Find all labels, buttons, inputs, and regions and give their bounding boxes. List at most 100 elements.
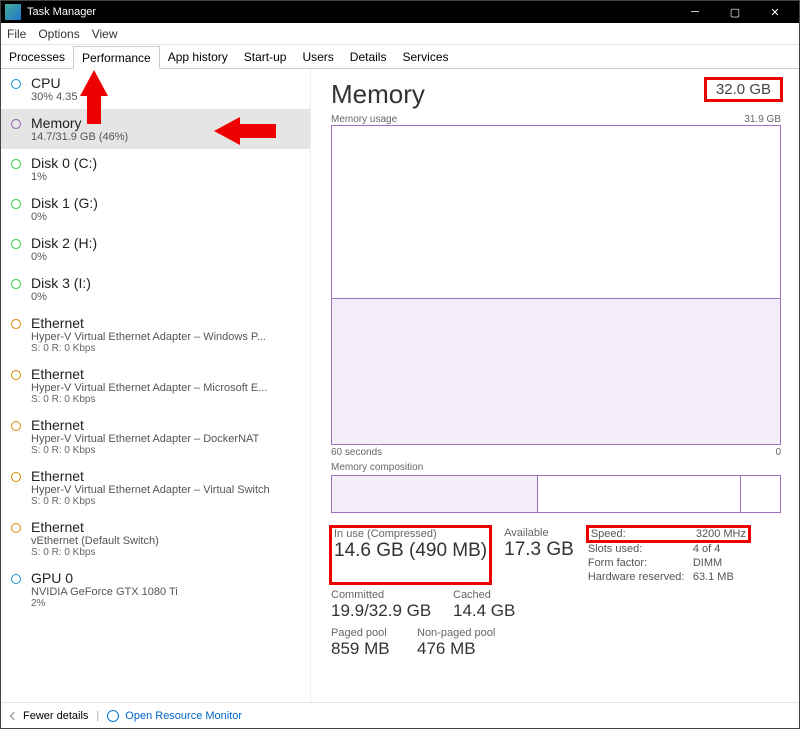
sidebar-item-sub: Hyper-V Virtual Ethernet Adapter – Windo… [31,331,300,343]
tab-users[interactable]: Users [294,46,341,69]
tab-app-history[interactable]: App history [160,46,236,69]
window-title: Task Manager [27,6,96,18]
tabs: Processes Performance App history Start-… [1,45,799,69]
sidebar-item-ethernet-9[interactable]: EthernetHyper-V Virtual Ethernet Adapter… [1,462,310,513]
menu-options[interactable]: Options [38,27,79,41]
tab-details[interactable]: Details [342,46,395,69]
minimize-button[interactable]: ─ [675,1,715,23]
perf-sidebar: CPU30% 4.35Memory14.7/31.9 GB (46%)Disk … [1,69,311,702]
chevron-up-icon [10,711,18,719]
sidebar-item-title: GPU 0 [31,570,300,586]
sidebar-item-title: Ethernet [31,519,300,535]
sidebar-item-sub2: 2% [31,598,300,609]
cached-value: 14.4 GB [453,601,515,621]
status-dot-icon [11,199,21,209]
chart-ymax: 31.9 GB [744,114,781,125]
sidebar-item-title: Disk 0 (C:) [31,155,300,171]
slots-value: 4 of 4 [693,543,721,555]
status-dot-icon [11,421,21,431]
sidebar-item-ethernet-10[interactable]: EthernetvEthernet (Default Switch)S: 0 R… [1,513,310,564]
reserved-row: Hardware reserved: 63.1 MB [588,571,749,583]
sidebar-item-disk-3-i--5[interactable]: Disk 3 (I:)0% [1,269,310,309]
speed-label: Speed: [591,528,696,540]
sidebar-item-disk-0-c--2[interactable]: Disk 0 (C:)1% [1,149,310,189]
status-dot-icon [11,370,21,380]
sidebar-item-title: Ethernet [31,468,300,484]
status-dot-icon [11,79,21,89]
tab-startup[interactable]: Start-up [236,46,295,69]
slots-label: Slots used: [588,543,693,555]
sidebar-item-title: Ethernet [31,417,300,433]
sidebar-item-ethernet-6[interactable]: EthernetHyper-V Virtual Ethernet Adapter… [1,309,310,360]
nonpaged-label: Non-paged pool [417,627,495,639]
memory-usage-chart [331,125,781,445]
sidebar-item-sub: NVIDIA GeForce GTX 1080 Ti [31,586,300,598]
tab-performance[interactable]: Performance [73,46,160,69]
sidebar-item-disk-2-h--4[interactable]: Disk 2 (H:)0% [1,229,310,269]
speed-row: Speed: 3200 MHz [588,527,749,541]
menubar: File Options View [1,23,799,45]
inuse-label: In use (Compressed) [334,528,487,540]
status-dot-icon [11,119,21,129]
open-resource-monitor-link[interactable]: Open Resource Monitor [125,710,242,722]
footer: Fewer details | Open Resource Monitor [1,702,799,728]
menu-file[interactable]: File [7,27,26,41]
sidebar-item-title: Disk 2 (H:) [31,235,300,251]
annotation-arrow-left [214,117,240,145]
sidebar-item-gpu-0-11[interactable]: GPU 0NVIDIA GeForce GTX 1080 Ti2% [1,564,310,615]
composition-label: Memory composition [331,462,781,473]
memory-panel: Memory 32.0 GB Memory usage 31.9 GB 60 s… [311,69,799,702]
sidebar-item-sub2: S: 0 R: 0 Kbps [31,496,300,507]
paged-label: Paged pool [331,627,403,639]
sidebar-item-title: Disk 1 (G:) [31,195,300,211]
fewer-details-link[interactable]: Fewer details [23,710,88,722]
speed-value: 3200 MHz [696,528,746,540]
form-value: DIMM [693,557,722,569]
sidebar-item-sub: 0% [31,291,300,303]
available-value: 17.3 GB [504,539,574,561]
sidebar-item-ethernet-7[interactable]: EthernetHyper-V Virtual Ethernet Adapter… [1,360,310,411]
sidebar-item-sub: Hyper-V Virtual Ethernet Adapter – Virtu… [31,484,300,496]
menu-view[interactable]: View [92,27,118,41]
chart-xright: 0 [775,447,781,458]
app-icon [5,4,21,20]
memory-composition-chart [331,475,781,513]
titlebar[interactable]: Task Manager ─ ▢ ✕ [1,1,799,23]
status-dot-icon [11,279,21,289]
form-label: Form factor: [588,557,693,569]
committed-label: Committed [331,589,439,601]
sidebar-item-sub: vEthernet (Default Switch) [31,535,300,547]
sidebar-item-cpu-0[interactable]: CPU30% 4.35 [1,69,310,109]
sidebar-item-sub: Hyper-V Virtual Ethernet Adapter – Docke… [31,433,300,445]
close-button[interactable]: ✕ [755,1,795,23]
maximize-button[interactable]: ▢ [715,1,755,23]
sidebar-item-disk-1-g--3[interactable]: Disk 1 (G:)0% [1,189,310,229]
page-title: Memory [331,79,425,110]
sidebar-item-sub: 1% [31,171,300,183]
sidebar-item-sub: 30% 4.35 [31,91,300,103]
annotation-arrow-up [80,70,108,96]
tab-services[interactable]: Services [394,46,456,69]
sidebar-item-title: CPU [31,75,300,91]
committed-value: 19.9/32.9 GB [331,601,439,621]
sidebar-item-ethernet-8[interactable]: EthernetHyper-V Virtual Ethernet Adapter… [1,411,310,462]
cached-label: Cached [453,589,515,601]
slots-row: Slots used: 4 of 4 [588,543,749,555]
sidebar-item-sub2: S: 0 R: 0 Kbps [31,445,300,456]
status-dot-icon [11,523,21,533]
form-row: Form factor: DIMM [588,557,749,569]
available-label: Available [504,527,574,539]
tab-processes[interactable]: Processes [1,46,73,69]
chart-xleft: 60 seconds [331,447,382,458]
status-dot-icon [11,472,21,482]
memory-total: 32.0 GB [706,79,781,100]
inuse-value: 14.6 GB (490 MB) [334,540,487,562]
sidebar-item-sub2: S: 0 R: 0 Kbps [31,547,300,558]
sidebar-item-sub2: S: 0 R: 0 Kbps [31,394,300,405]
reserved-value: 63.1 MB [693,571,734,583]
sidebar-item-sub: 0% [31,251,300,263]
status-dot-icon [11,574,21,584]
sidebar-item-sub2: S: 0 R: 0 Kbps [31,343,300,354]
resource-monitor-icon [107,710,119,722]
nonpaged-value: 476 MB [417,639,495,659]
